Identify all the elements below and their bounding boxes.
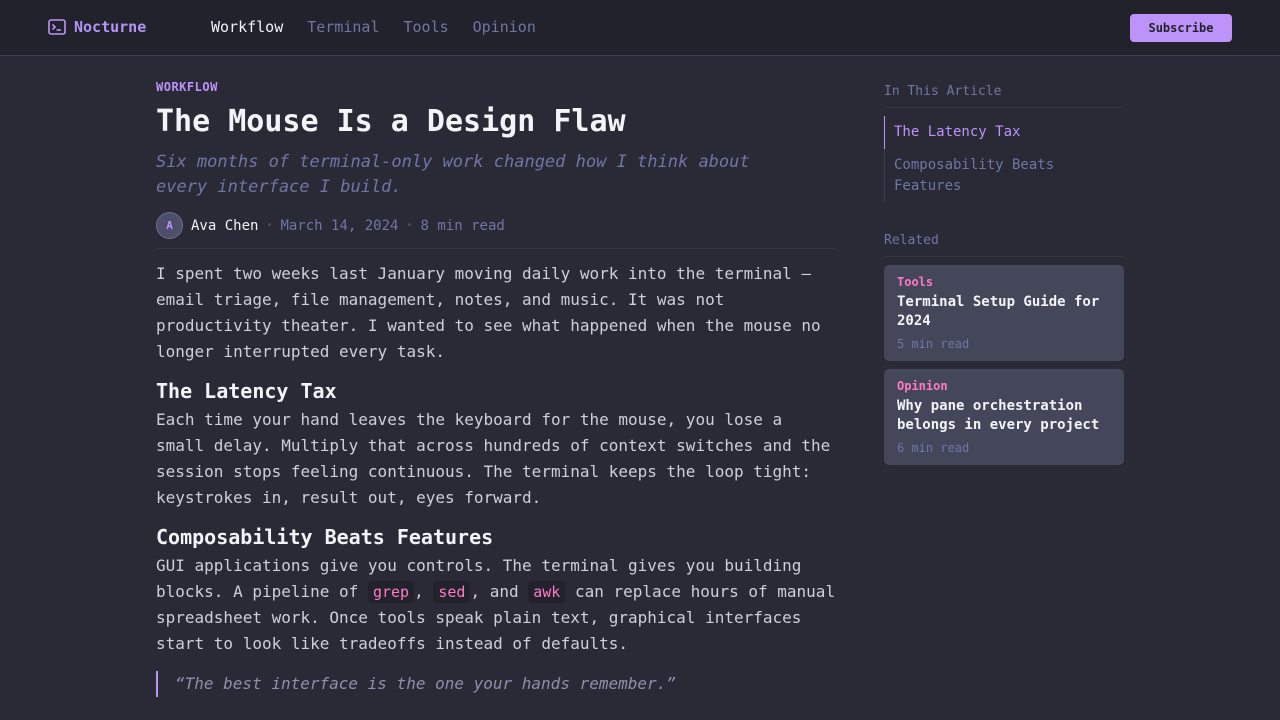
pull-quote: “The best interface is the one your hand…: [156, 671, 836, 697]
read-time: 8 min read: [420, 217, 505, 234]
section-heading-composability: Composability Beats Features: [156, 525, 494, 549]
card-tag: Opinion: [897, 379, 948, 393]
intro-paragraph: I spent two weeks last January moving da…: [156, 264, 821, 361]
article-body: I spent two weeks last January moving da…: [156, 261, 836, 697]
code-awk: awk: [528, 581, 566, 603]
main-nav: Workflow Terminal Tools Opinion: [211, 18, 536, 36]
card-title: Terminal Setup Guide for 2024: [897, 294, 1100, 329]
terminal-icon: [48, 19, 66, 35]
table-of-contents: The Latency Tax Composability Beats Feat…: [884, 116, 1124, 203]
top-bar: Nocturne Workflow Terminal Tools Opinion…: [0, 0, 1280, 56]
toc-item-composability[interactable]: Composability Beats Features: [885, 149, 1124, 203]
related-heading: Related: [884, 229, 1124, 257]
card-read-time: 5 min read: [897, 337, 970, 351]
nav-tools[interactable]: Tools: [404, 18, 449, 36]
article-title: The Mouse Is a Design Flaw: [156, 104, 626, 139]
article: WORKFLOW The Mouse Is a Design Flaw Six …: [156, 80, 836, 697]
nav-terminal[interactable]: Terminal: [307, 18, 379, 36]
card-read-time: 6 min read: [897, 441, 970, 455]
related-card[interactable]: Tools Terminal Setup Guide for 2024 5 mi…: [884, 265, 1124, 361]
section-heading-latency: The Latency Tax: [156, 379, 337, 403]
toc-heading: In This Article: [884, 80, 1124, 108]
related-card[interactable]: Opinion Why pane orchestration belongs i…: [884, 369, 1124, 465]
code-sed: sed: [433, 581, 471, 603]
author-name[interactable]: Ava Chen: [191, 218, 258, 234]
article-subtitle: Six months of terminal-only work changed…: [156, 152, 750, 197]
paragraph-text: ,: [414, 582, 424, 601]
composability-paragraph: GUI applications give you controls. The …: [156, 553, 836, 657]
card-title: Why pane orchestration belongs in every …: [897, 398, 1100, 433]
nav-workflow[interactable]: Workflow: [211, 18, 283, 36]
sidebar: In This Article The Latency Tax Composab…: [884, 80, 1124, 465]
article-category[interactable]: WORKFLOW: [156, 80, 836, 98]
meta-separator: •: [266, 220, 273, 231]
card-tag: Tools: [897, 275, 934, 289]
brand-name: Nocturne: [74, 18, 147, 36]
nav-opinion[interactable]: Opinion: [473, 18, 536, 36]
code-grep: grep: [367, 581, 415, 603]
brand-logo[interactable]: Nocturne: [48, 18, 146, 36]
paragraph-text: , and: [470, 582, 519, 601]
avatar: A: [156, 212, 183, 239]
subscribe-button[interactable]: Subscribe: [1130, 14, 1232, 42]
publish-date: March 14, 2024: [280, 217, 399, 234]
latency-paragraph: Each time your hand leaves the keyboard …: [156, 410, 831, 507]
meta-separator: •: [406, 220, 413, 231]
toc-item-latency-tax[interactable]: The Latency Tax: [884, 116, 1124, 149]
article-meta: A Ava Chen • March 14, 2024 • 8 min read: [156, 212, 836, 249]
